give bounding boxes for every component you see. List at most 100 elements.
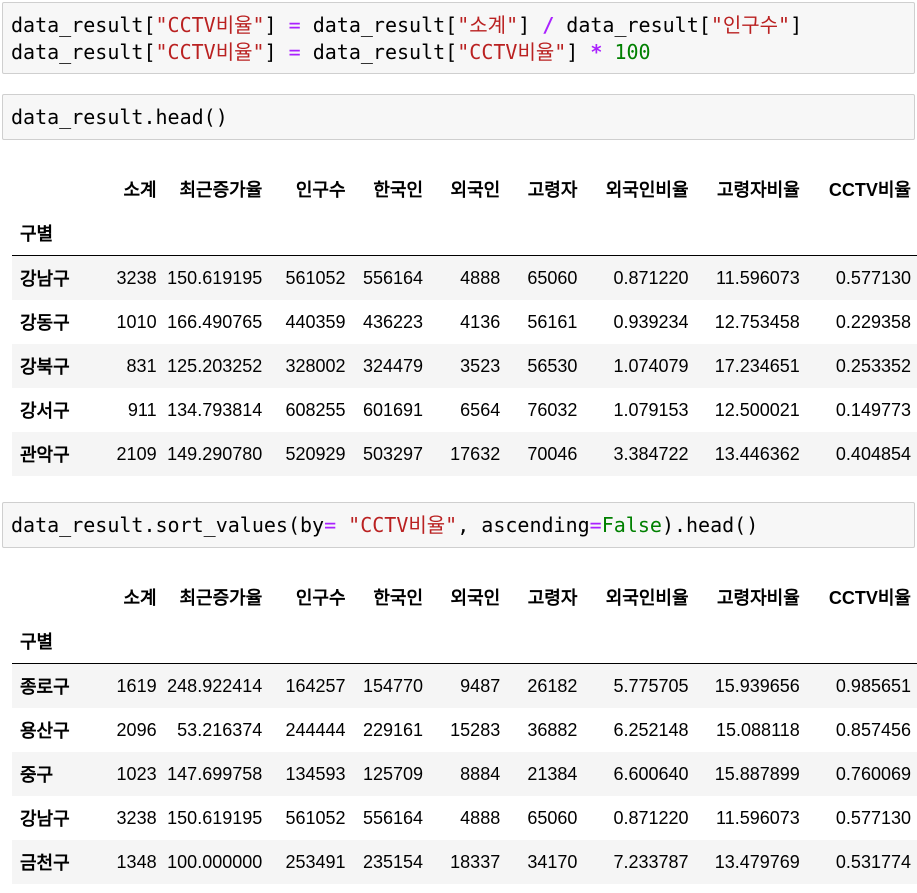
table-cell: 3523	[460, 355, 501, 376]
table-row: 관악구 2109 149.290780 520929 503297 17632 70046 3…	[12, 432, 917, 476]
column-header: 고령자비율	[716, 180, 800, 200]
table-cell: 21384	[527, 763, 578, 784]
table-cell: 520929	[285, 443, 346, 464]
table-cell: 1010	[116, 311, 157, 332]
table-cell: 3238	[87, 255, 157, 300]
code-line-2: data_result["CCTV비율"] = data_result["CCT…	[11, 40, 651, 64]
table-cell: 150.619195	[167, 807, 263, 828]
table-cell: 3.384722	[613, 443, 689, 464]
table-cell: 4888	[423, 255, 501, 300]
table-cell: 0.760069	[835, 763, 911, 784]
table-cell: 0.985651	[799, 663, 917, 708]
table-cell: 440359	[285, 311, 346, 332]
row-index-label: 관악구	[20, 445, 70, 465]
table-row: 종로구 1619 248.922414 164257 154770 9487 26182 5.…	[12, 663, 917, 708]
table-cell: 5.775705	[577, 663, 689, 708]
row-index-label: 강남구	[20, 809, 70, 829]
table-cell: 0.871220	[613, 807, 689, 828]
table-cell: 154770	[345, 663, 424, 708]
table-cell: 3238	[116, 807, 157, 828]
table-cell: 503297	[362, 443, 424, 464]
table-row: 강서구 911 134.793814 608255 601691 6564 76032 1.0…	[12, 388, 917, 432]
row-index-label: 강동구	[20, 313, 70, 333]
column-header: 최근증가율	[179, 180, 263, 200]
row-index-label: 종로구	[12, 663, 88, 708]
table-row: 강동구 1010 166.490765 440359 436223 4136 56161 0.…	[12, 300, 917, 344]
table-cell: 235154	[362, 851, 424, 872]
table-row: 강북구 831 125.203252 328002 324479 3523 56530 1.0…	[12, 344, 917, 388]
table-cell: 15.887899	[714, 763, 800, 784]
table-body: 종로구 1619 248.922414 164257 154770 9487 26182 5.…	[12, 663, 917, 884]
table-cell: 253491	[285, 851, 346, 872]
table-cell: 11.596073	[716, 807, 800, 828]
column-header-row: 소계 최근증가율 인구수 한국인 외국인 고령자 외국인비율 고령자비율 CCT…	[12, 575, 917, 619]
column-header: 한국인	[373, 588, 424, 608]
column-header: 최근증가율	[179, 588, 263, 608]
column-header: 고령자비율	[716, 588, 800, 608]
table-cell: 65060	[527, 807, 578, 828]
table-cell: 34170	[527, 851, 578, 872]
table-cell: 556164	[362, 807, 424, 828]
code-line-1: data_result["CCTV비율"] = data_result["소계"…	[11, 13, 803, 37]
table-cell: 1.079153	[613, 399, 689, 420]
table-cell: 11.596073	[688, 255, 800, 300]
table-cell: 125709	[362, 763, 424, 784]
table-cell: 150.619195	[156, 255, 263, 300]
table-cell: 4136	[460, 311, 501, 332]
table-cell: 76032	[527, 399, 578, 420]
table-cell: 6564	[460, 399, 501, 420]
column-header: CCTV비율	[828, 180, 911, 200]
column-header: 고령자	[527, 588, 578, 608]
table-cell: 248.922414	[156, 663, 263, 708]
code-cell-sort[interactable]: data_result.sort_values(by= "CCTV비율", as…	[2, 502, 915, 548]
table-cell: 2109	[116, 443, 157, 464]
table-cell: 0.531774	[835, 851, 911, 872]
column-header: CCTV비율	[828, 588, 911, 608]
code-cell-ratio[interactable]: data_result["CCTV비율"] = data_result["소계"…	[2, 2, 915, 74]
dataframe-sorted-output: 소계 최근증가율 인구수 한국인 외국인 고령자 외국인비율 고령자비율 CCT…	[12, 575, 917, 884]
table-cell: 0.577130	[835, 807, 911, 828]
table-cell: 0.577130	[799, 255, 917, 300]
row-index-label: 금천구	[20, 853, 70, 873]
table-cell: 0.149773	[835, 399, 911, 420]
table-cell: 56530	[527, 355, 578, 376]
table-row: 금천구 1348 100.000000 253491 235154 18337 34170 7…	[12, 840, 917, 884]
column-header: 인구수	[295, 588, 346, 608]
table-cell: 4888	[460, 807, 501, 828]
table-cell: 328002	[285, 355, 346, 376]
table-cell: 1.074079	[613, 355, 689, 376]
table-cell: 17632	[450, 443, 501, 464]
table-cell: 12.753458	[714, 311, 800, 332]
column-header: 소계	[123, 588, 157, 608]
code-cell-head[interactable]: data_result.head()	[2, 94, 915, 140]
table-cell: 18337	[450, 851, 501, 872]
row-index-label: 강서구	[20, 401, 70, 421]
table-cell: 911	[127, 399, 157, 420]
table-cell: 244444	[285, 719, 346, 740]
table-cell: 561052	[262, 255, 346, 300]
table-cell: 0.939234	[613, 311, 689, 332]
table-cell: 0.404854	[835, 443, 911, 464]
table-cell: 13.446362	[714, 443, 800, 464]
table-cell: 7.233787	[613, 851, 689, 872]
table-cell: 12.500021	[714, 399, 800, 420]
column-header: 인구수	[295, 180, 346, 200]
index-name-row: 구별	[12, 211, 917, 256]
table-cell: 831	[126, 355, 157, 376]
index-name: 구별	[20, 224, 54, 244]
table-cell: 53.216374	[177, 719, 263, 740]
table-cell: 125.203252	[167, 355, 263, 376]
table-cell: 65060	[500, 255, 578, 300]
table-cell: 601691	[362, 399, 424, 420]
table-cell: 56161	[527, 311, 578, 332]
table-cell: 70046	[527, 443, 578, 464]
table-cell: 134.793814	[167, 399, 263, 420]
column-header-row: 소계 최근증가율 인구수 한국인 외국인 고령자 외국인비율 고령자비율 CCT…	[12, 167, 917, 211]
table-cell: 561052	[285, 807, 346, 828]
code-line: data_result.head()	[11, 105, 228, 129]
dataframe-head-output: 소계 최근증가율 인구수 한국인 외국인 고령자 외국인비율 고령자비율 CCT…	[12, 167, 917, 476]
table-cell: 166.490765	[167, 311, 263, 332]
table-cell: 6.252148	[613, 719, 689, 740]
row-index-label: 용산구	[20, 721, 70, 741]
table-row: 강남구 3238 150.619195 561052 556164 4888 65060 0.…	[12, 255, 917, 300]
